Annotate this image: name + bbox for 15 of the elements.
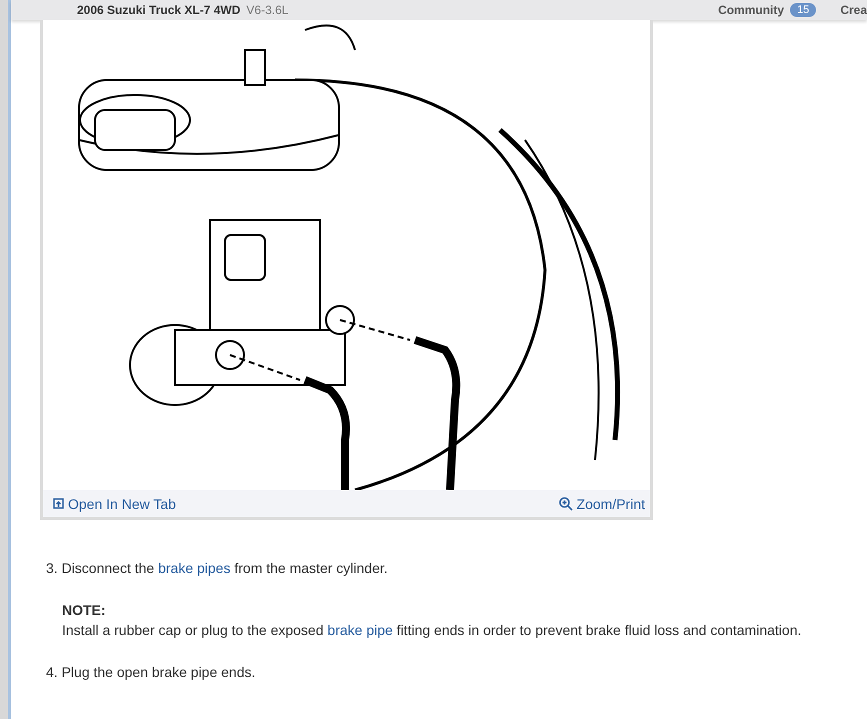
zoom-print-link[interactable]: Zoom/Print: [558, 496, 645, 512]
note-text: Install a rubber cap or plug to the exposed brake pipe fitting ends in order to prevent brake fluid loss and contamination.: [62, 621, 802, 640]
zoom-in-icon: [558, 496, 573, 510]
instruction-step: 4. Plug the open brake pipe ends.: [46, 662, 867, 682]
new-tab-icon: [53, 498, 64, 509]
create-link[interactable]: Crea: [840, 3, 867, 17]
open-in-new-tab-link[interactable]: Open In New Tab: [53, 496, 176, 512]
text-link[interactable]: brake pipe: [327, 622, 393, 638]
engine-label: V6-3.6L: [246, 3, 288, 17]
text-link[interactable]: brake pipes: [158, 560, 230, 576]
note-label: NOTE:: [62, 601, 107, 620]
instruction-step: 3. Disconnect the brake pipes from the master cylinder.: [46, 558, 867, 578]
community-link[interactable]: Community: [718, 3, 784, 17]
vehicle-title: 2006 Suzuki Truck XL-7 4WD: [77, 3, 240, 17]
count-badge: 15: [790, 3, 816, 17]
